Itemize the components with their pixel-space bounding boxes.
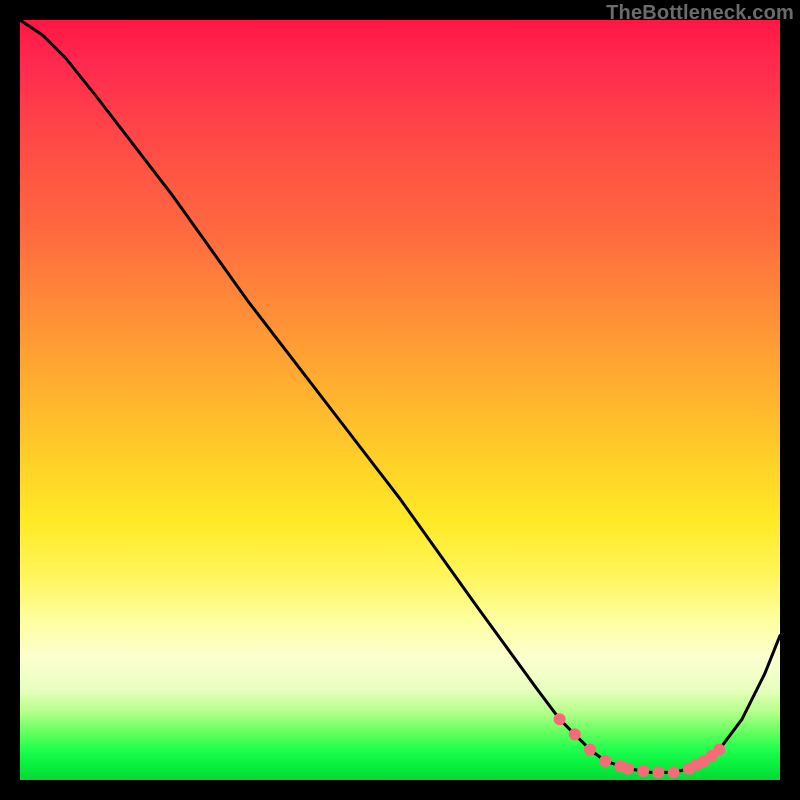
valley-marker: [637, 765, 649, 777]
valley-markers: [554, 713, 726, 778]
bottleneck-curve: [20, 20, 780, 772]
valley-marker: [622, 763, 634, 775]
plot-area: [20, 20, 780, 780]
valley-marker: [668, 766, 680, 778]
curve-layer: [20, 20, 780, 780]
valley-marker: [554, 713, 566, 725]
valley-marker: [713, 744, 725, 756]
chart-stage: TheBottleneck.com: [0, 0, 800, 800]
valley-marker: [652, 766, 664, 778]
valley-marker: [569, 728, 581, 740]
valley-marker: [599, 755, 611, 767]
valley-marker: [584, 744, 596, 756]
